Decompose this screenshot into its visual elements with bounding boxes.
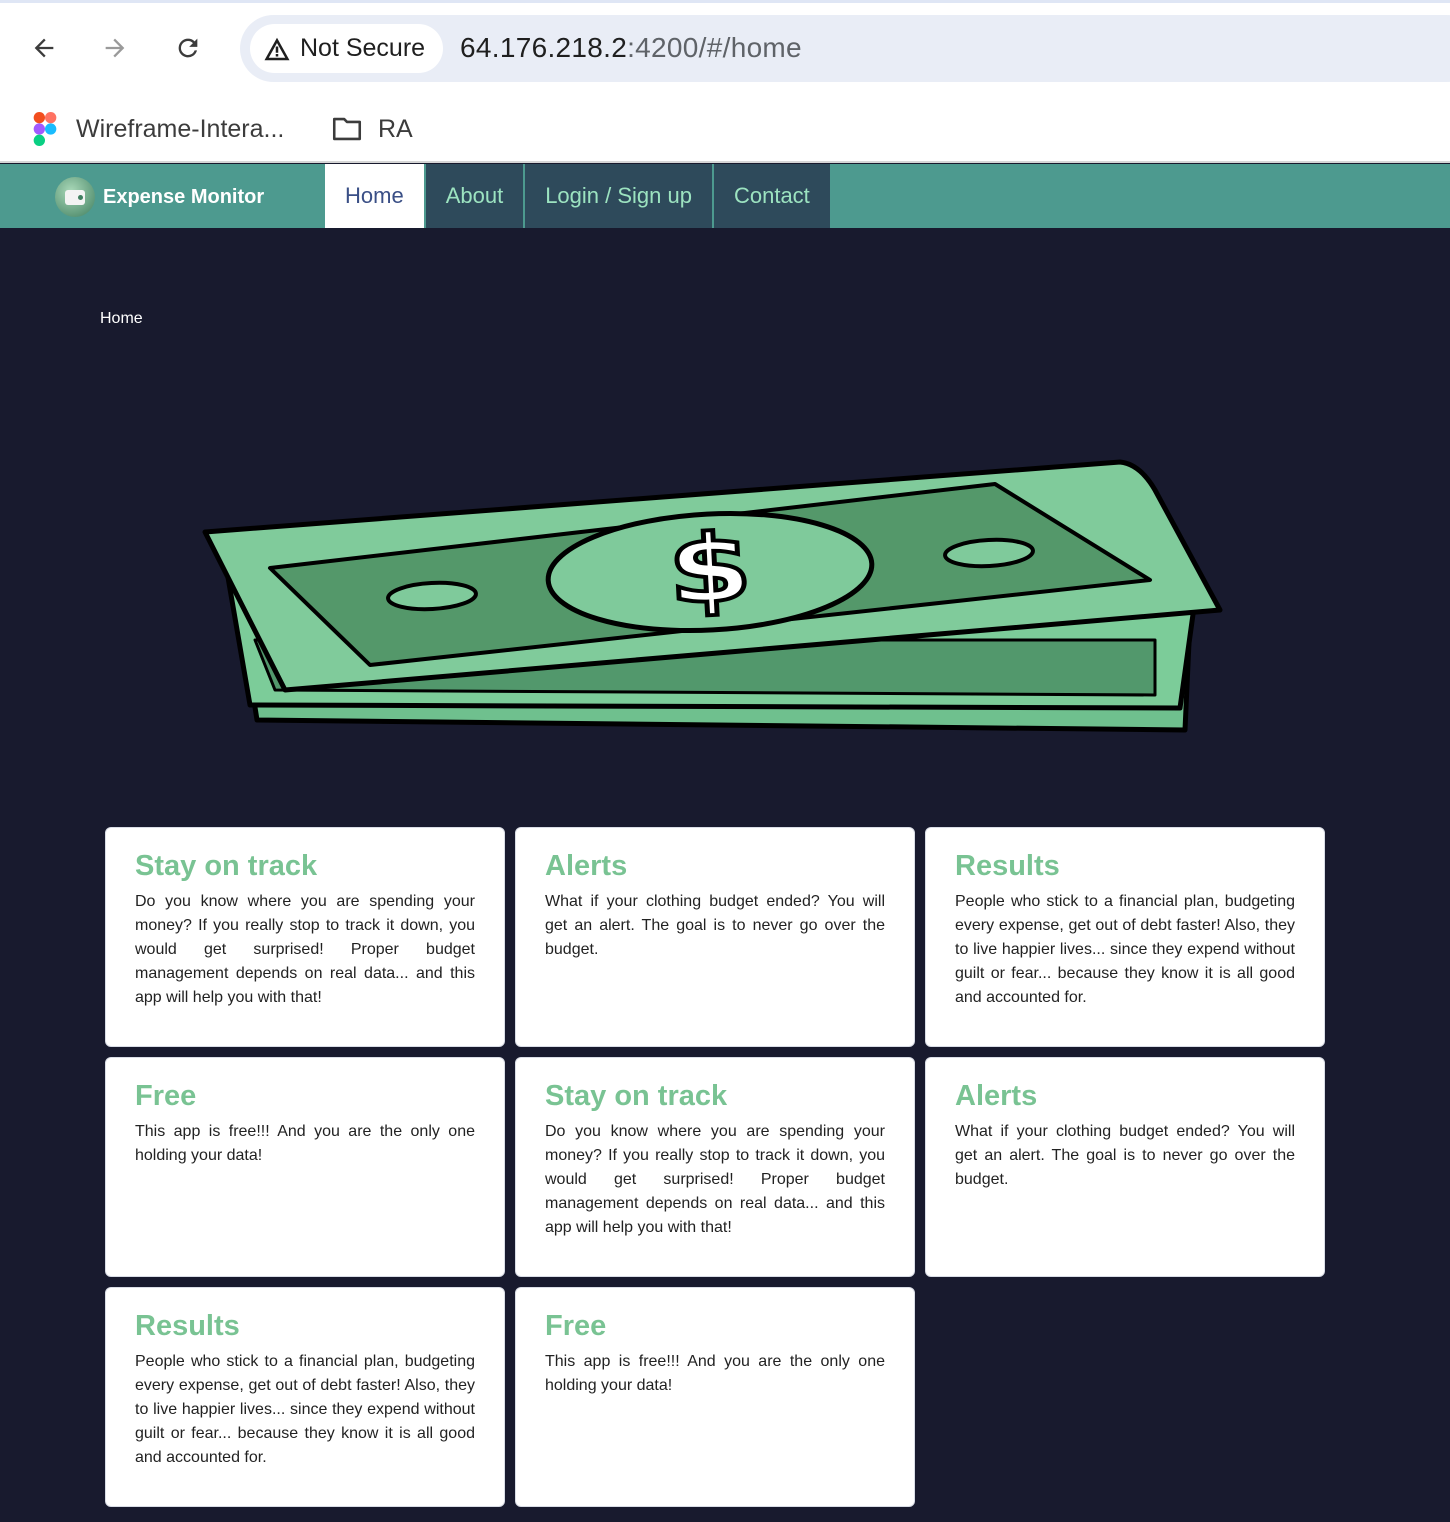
brand[interactable]: Expense Monitor xyxy=(55,177,264,217)
card-title: Alerts xyxy=(955,1080,1038,1112)
feature-card: Stay on track Do you know where you are … xyxy=(515,1057,915,1277)
feature-card: Alerts What if your clothing budget ende… xyxy=(925,1057,1325,1277)
folder-icon xyxy=(332,117,362,141)
warning-icon xyxy=(264,37,290,60)
feature-card: Results People who stick to a financial … xyxy=(925,827,1325,1047)
figma-icon xyxy=(33,112,57,146)
card-title: Free xyxy=(135,1080,197,1112)
feature-card: Free This app is free!!! And you are the… xyxy=(105,1057,505,1277)
money-stack-icon: $ xyxy=(202,459,1223,733)
nav-tabs: Home About Login / Sign up Contact xyxy=(325,164,830,228)
bookmark-label: Wireframe-Intera... xyxy=(76,114,285,143)
bookmark-ra[interactable]: RA xyxy=(330,109,413,149)
tab-home[interactable]: Home xyxy=(325,164,424,228)
feature-card: Alerts What if your clothing budget ende… xyxy=(515,827,915,1047)
arrow-right-icon xyxy=(105,38,125,58)
app-navbar: Expense Monitor Home About Login / Sign … xyxy=(0,164,1450,228)
card-text: People who stick to a financial plan, bu… xyxy=(955,893,1295,1006)
toolbar-accent xyxy=(0,0,1450,3)
card-text: What if your clothing budget ended? You … xyxy=(955,1123,1295,1188)
bookmark-label: RA xyxy=(378,114,413,143)
security-label: Not Secure xyxy=(300,34,426,62)
url-text[interactable]: 64.176.218.2:4200/#/home xyxy=(460,32,802,64)
card-text: This app is free!!! And you are the only… xyxy=(545,1353,885,1394)
card-title: Stay on track xyxy=(135,850,318,882)
feature-cards: Stay on track Do you know where you are … xyxy=(105,827,1325,1507)
tab-login-signup[interactable]: Login / Sign up xyxy=(523,164,712,228)
reload-icon xyxy=(178,38,198,58)
breadcrumb: Home xyxy=(100,310,143,327)
card-title: Results xyxy=(135,1310,240,1342)
browser-toolbar: Not Secure 64.176.218.2:4200/#/home xyxy=(0,0,1450,95)
tab-contact[interactable]: Contact xyxy=(711,164,830,228)
reload-button[interactable] xyxy=(168,28,208,68)
brand-name: Expense Monitor xyxy=(103,185,265,208)
card-title: Results xyxy=(955,850,1060,882)
tab-about[interactable]: About xyxy=(423,164,524,228)
bookmark-wireframe[interactable]: Wireframe-Intera... xyxy=(28,109,284,149)
card-title: Alerts xyxy=(545,850,628,882)
url-host: 64.176.218.2 xyxy=(460,32,628,63)
feature-card: Results People who stick to a financial … xyxy=(105,1287,505,1507)
card-text: What if your clothing budget ended? You … xyxy=(545,893,885,958)
address-bar[interactable]: Not Secure 64.176.218.2:4200/#/home xyxy=(240,15,1450,82)
back-button[interactable] xyxy=(24,28,64,68)
bookmarks-bar: Wireframe-Intera... RA xyxy=(0,95,1450,163)
card-text: This app is free!!! And you are the only… xyxy=(135,1123,475,1164)
security-chip[interactable]: Not Secure xyxy=(250,24,444,73)
svg-text:$: $ xyxy=(665,513,754,626)
card-text: Do you know where you are spending your … xyxy=(545,1123,885,1236)
card-text: Do you know where you are spending your … xyxy=(135,893,475,1006)
feature-card: Free This app is free!!! And you are the… xyxy=(515,1287,915,1507)
card-text: People who stick to a financial plan, bu… xyxy=(135,1353,475,1466)
arrow-left-icon xyxy=(34,38,54,58)
feature-card: Stay on track Do you know where you are … xyxy=(105,827,505,1047)
card-title: Stay on track xyxy=(545,1080,728,1112)
wallet-icon xyxy=(55,177,95,217)
url-path: :4200/#/home xyxy=(627,32,802,63)
card-title: Free xyxy=(545,1310,607,1342)
forward-button[interactable] xyxy=(95,28,135,68)
